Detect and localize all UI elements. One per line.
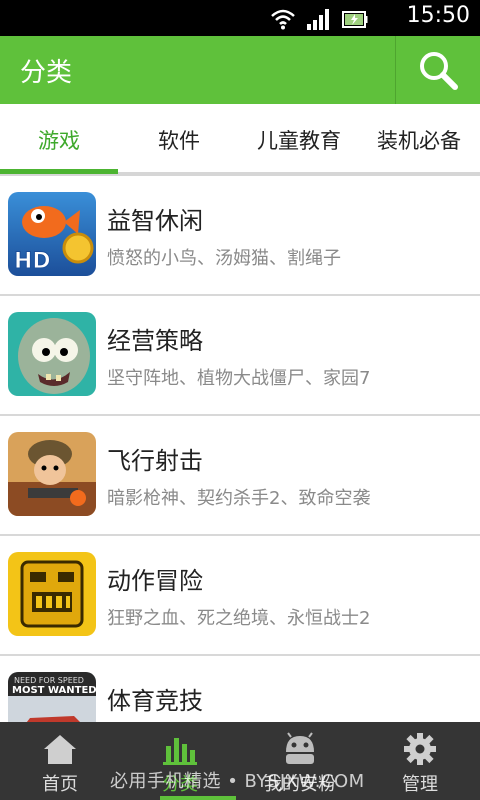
list-item[interactable]: 动作冒险 狂野之血、死之绝境、永恒战士2 — [0, 536, 480, 656]
gear-icon — [404, 733, 436, 765]
svg-text:HD: HD — [14, 249, 51, 274]
temple-idol-icon — [8, 552, 96, 636]
nav-manage-label: 管理 — [402, 774, 438, 795]
category-desc: 愤怒的小鸟、汤姆猫、割绳子 — [107, 248, 341, 269]
tab-essentials[interactable]: 装机必备 — [358, 104, 480, 176]
active-tab-indicator — [0, 169, 118, 174]
list-item[interactable]: NEED FOR SPEED MOST WANTED 体育竞技 — [0, 656, 480, 722]
status-time: 15:50 — [406, 3, 470, 28]
bar-chart-icon — [163, 738, 197, 765]
category-desc: 狂野之血、死之绝境、永恒战士2 — [107, 608, 371, 629]
nav-home-label: 首页 — [42, 774, 78, 795]
android-icon — [286, 732, 314, 764]
tab-kids-education[interactable]: 儿童教育 — [240, 104, 358, 176]
category-name: 动作冒险 — [107, 567, 203, 595]
fish-hd-icon: HD — [8, 192, 96, 276]
page-title: 分类 — [20, 58, 73, 88]
category-name: 经营策略 — [107, 327, 203, 355]
svg-text:NEED FOR SPEED: NEED FOR SPEED — [14, 676, 84, 685]
category-name: 益智休闲 — [107, 207, 203, 235]
list-item[interactable]: 飞行射击 暗影枪神、契约杀手2、致命空袭 — [0, 416, 480, 536]
svg-text:MOST WANTED: MOST WANTED — [12, 685, 96, 696]
active-nav-indicator — [160, 796, 236, 800]
home-icon — [44, 735, 76, 764]
search-button[interactable] — [396, 36, 480, 104]
watermark-text: 必用手机精选 • BYSJXW.COM — [110, 771, 365, 792]
category-name: 飞行射击 — [107, 447, 203, 475]
tab-software[interactable]: 软件 — [118, 104, 240, 176]
category-tabs: 游戏 软件 儿童教育 装机必备 — [0, 104, 480, 176]
zombie-icon — [8, 312, 96, 396]
status-bar: 15:50 — [0, 0, 480, 36]
status-icons — [270, 6, 368, 30]
list-item[interactable]: 经营策略 坚守阵地、植物大战僵尸、家园7 — [0, 296, 480, 416]
tab-games[interactable]: 游戏 — [0, 104, 118, 176]
category-list: HD 益智休闲 愤怒的小鸟、汤姆猫、割绳子 经营策略 坚守阵地、植物大战僵尸、家… — [0, 176, 480, 722]
race-car-icon: NEED FOR SPEED MOST WANTED — [8, 672, 96, 722]
signal-icon — [307, 9, 329, 30]
wifi-icon — [271, 9, 295, 30]
list-item[interactable]: HD 益智休闲 愤怒的小鸟、汤姆猫、割绳子 — [0, 176, 480, 296]
soldier-icon — [8, 432, 96, 516]
category-desc: 坚守阵地、植物大战僵尸、家园7 — [107, 368, 371, 389]
app-bar: 分类 — [0, 36, 480, 104]
search-icon — [420, 52, 458, 90]
nav-home[interactable]: 首页 — [0, 722, 120, 800]
category-desc: 暗影枪神、契约杀手2、致命空袭 — [107, 488, 371, 509]
battery-icon — [342, 11, 368, 28]
category-name: 体育竞技 — [107, 687, 203, 715]
nav-manage[interactable]: 管理 — [360, 722, 480, 800]
